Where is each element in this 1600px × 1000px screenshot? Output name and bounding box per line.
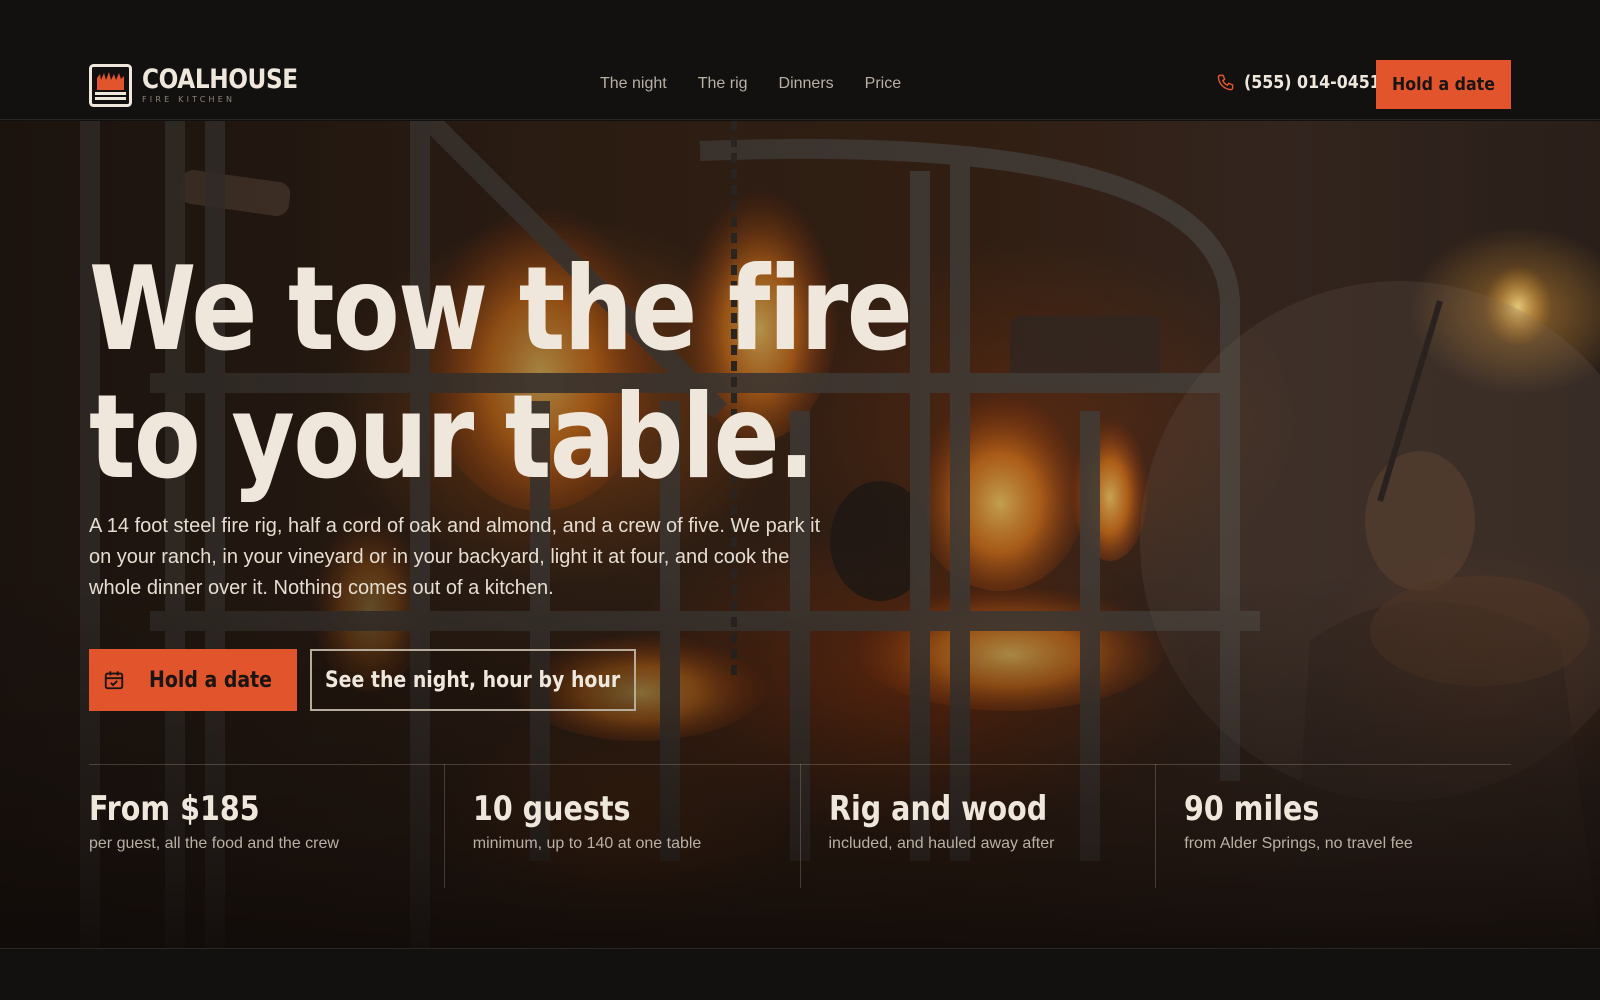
stat-label: per guest, all the food and the crew [89,835,339,852]
see-the-night-button[interactable]: See the night, hour by hour [310,649,636,711]
page-bottom-band [0,948,1600,1000]
grill-logo-icon [89,63,132,107]
stat-distance: 90 miles from Alder Springs, no travel f… [1155,764,1511,888]
see-the-night-label: See the night, hour by hour [325,667,621,693]
stat-value: Rig and wood [828,789,1047,829]
stat-rig-wood: Rig and wood included, and hauled away a… [799,764,1156,888]
calendar-icon [105,671,124,690]
brand-name: COALHOUSE [142,64,298,95]
brand-tagline: FIRE KITCHEN [142,95,236,104]
hold-date-button[interactable]: Hold a date [89,649,297,711]
nav-link-price[interactable]: Price [865,74,901,94]
nav-link-the-rig[interactable]: The rig [698,74,748,94]
site-header: COALHOUSE FIRE KITCHEN The night The rig… [0,0,1600,120]
stats-row: From $185 per guest, all the food and th… [89,764,1511,888]
nav-link-the-night[interactable]: The night [600,74,667,94]
stat-value: 10 guests [472,789,631,829]
stat-label: included, and hauled away after [828,835,1055,852]
stat-label: minimum, up to 140 at one table [472,835,702,852]
main-nav: The night The rig Dinners Price [600,74,932,94]
header-hold-date-label: Hold a date [1392,74,1495,95]
hero-description: A 14 foot steel fire rig, half a cord of… [89,515,821,599]
stat-value: From $185 [89,789,260,829]
brand-logo[interactable]: COALHOUSE FIRE KITCHEN [89,63,323,107]
hero-title-line-1: We tow the fire [89,242,913,377]
hero-title: We tow the fire to your table. [89,242,913,505]
hero-section: We tow the fire to your table. A 14 foot… [0,121,1600,948]
phone-number: (555) 014-0451 [1244,72,1381,93]
stat-label: from Alder Springs, no travel fee [1184,835,1413,852]
hero-title-line-2: to your table. [89,370,815,505]
stat-value: 90 miles [1184,789,1320,829]
stat-price: From $185 per guest, all the food and th… [89,764,444,888]
phone-link[interactable]: (555) 014-0451 [1216,72,1399,93]
nav-link-dinners[interactable]: Dinners [779,74,834,94]
hold-date-label: Hold a date [149,667,273,693]
header-hold-date-button[interactable]: Hold a date [1376,60,1511,109]
phone-icon [1217,74,1234,91]
stat-guests: 10 guests minimum, up to 140 at one tabl… [443,764,800,888]
